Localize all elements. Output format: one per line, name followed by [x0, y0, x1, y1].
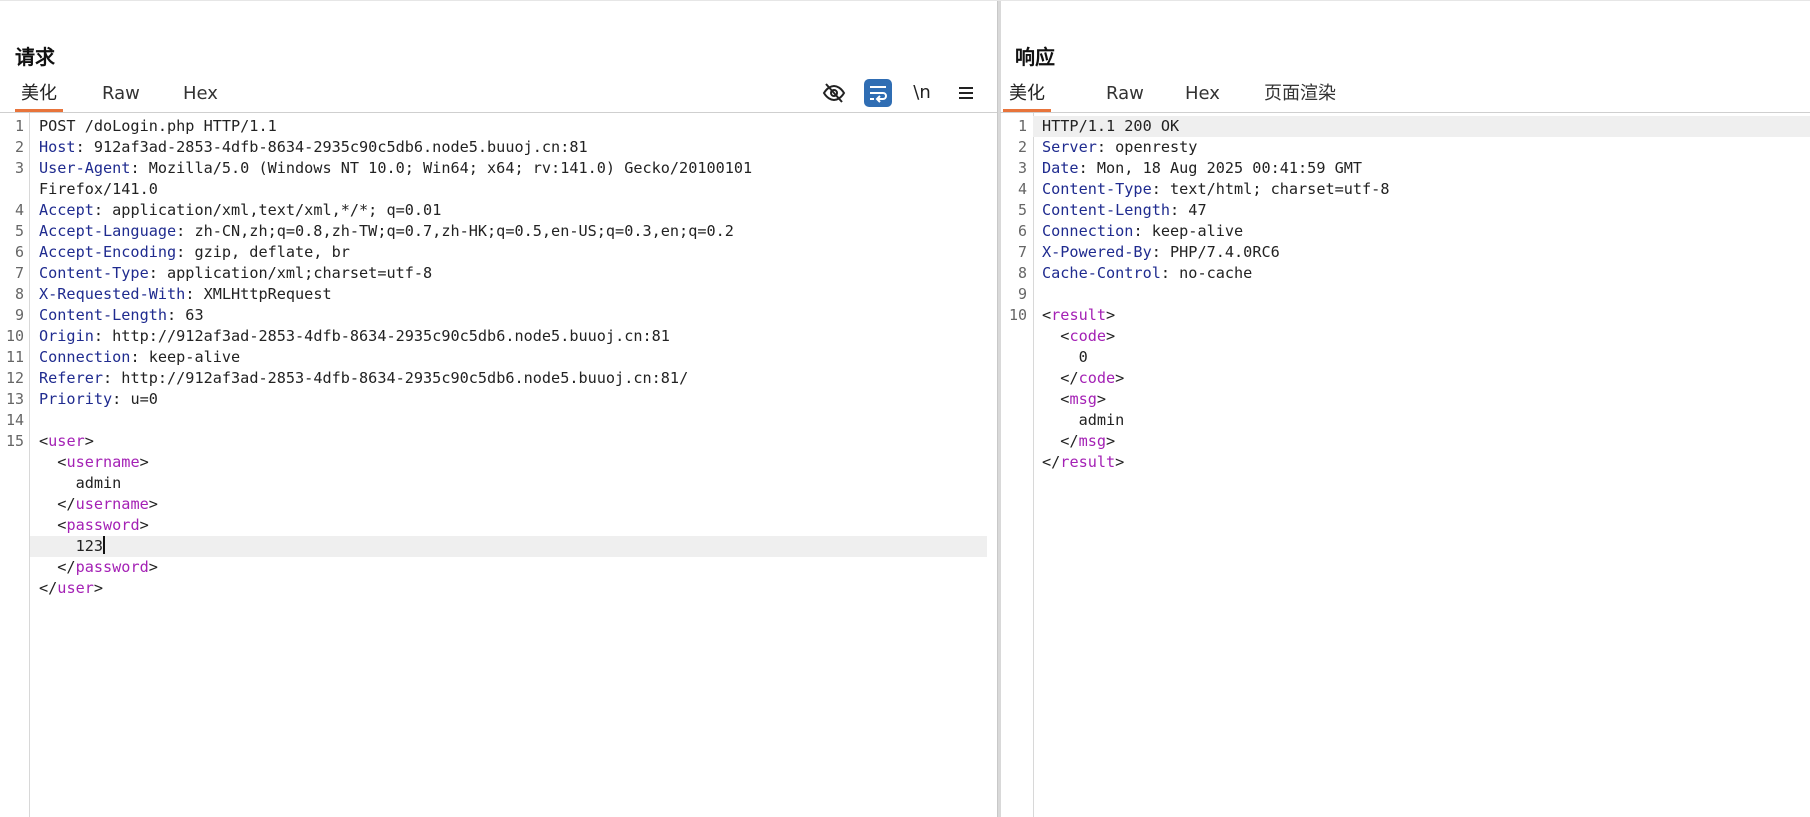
response-editor[interactable]: 1 HTTP/1.1 200 OK 2 Server: openresty 3 Dat…: [1008, 116, 1810, 473]
blank-line: 14: [5, 411, 24, 429]
header-line: 6 Accept-Encoding: gzip, deflate, br: [14, 243, 350, 261]
xml-line: <password>: [39, 516, 149, 534]
request-tabbar: 美化 Raw Hex \n: [0, 77, 997, 113]
header-line: 7 X-Powered-By: PHP/7.4.0RC6: [1017, 243, 1280, 261]
response-tab-render[interactable]: 页面渲染: [1258, 77, 1342, 112]
xml-line: 0: [1078, 348, 1088, 366]
header-line-continuation: Firefox/141.0: [39, 180, 158, 198]
header-line: 7 Content-Type: application/xml;charset=u…: [14, 264, 433, 282]
newline-toggle-button[interactable]: \n: [908, 79, 936, 107]
xml-line: </code>: [1042, 369, 1125, 387]
response-tab-pretty[interactable]: 美化: [1003, 77, 1051, 112]
xml-line: </password>: [39, 558, 158, 576]
header-line: 8 X-Requested-With: XMLHttpRequest: [14, 285, 332, 303]
header-line: 8 Cache-Control: no-cache: [1017, 264, 1253, 282]
header-line: 5 Content-Length: 47: [1017, 201, 1207, 219]
xml-line: admin: [75, 474, 122, 492]
request-tab-hex[interactable]: Hex: [177, 77, 224, 112]
header-line: 3 Date: Mon, 18 Aug 2025 00:41:59 GMT: [1017, 159, 1363, 177]
xml-line: </user>: [39, 579, 104, 597]
xml-line: 10 <result>: [1008, 306, 1116, 324]
header-line: 2 Host: 912af3ad-2853-4dfb-8634-2935c90c5…: [14, 138, 588, 156]
header-line: 9 Content-Length: 63: [14, 306, 204, 324]
header-line: 6 Connection: keep-alive: [1017, 222, 1244, 240]
header-line: 12 Referer: http://912af3ad-2853-4dfb-863…: [5, 369, 689, 387]
menu-icon[interactable]: [952, 79, 980, 107]
xml-line: </msg>: [1042, 432, 1116, 450]
request-tab-raw[interactable]: Raw: [96, 77, 146, 112]
xml-line: <msg>: [1042, 390, 1107, 408]
xml-line: admin: [1078, 411, 1125, 429]
header-line: 5 Accept-Language: zh-CN,zh;q=0.8,zh-TW;q…: [14, 222, 734, 240]
header-line: 10 Origin: http://912af3ad-2853-4dfb-8634…: [5, 327, 670, 345]
hide-icon[interactable]: [820, 79, 848, 107]
response-tab-hex[interactable]: Hex: [1179, 77, 1226, 112]
request-title: 请求: [15, 45, 55, 69]
request-pane: 请求 美化 Raw Hex \n 1 POST /doLogin.php HTT…: [0, 1, 997, 817]
response-tabbar: 美化 Raw Hex 页面渲染: [1000, 77, 1810, 113]
header-line: 4 Content-Type: text/html; charset=utf-8: [1017, 180, 1390, 198]
response-tab-raw[interactable]: Raw: [1100, 77, 1150, 112]
header-line: 11 Connection: keep-alive: [5, 348, 241, 366]
header-line: 2 Server: openresty: [1017, 138, 1198, 156]
header-line: 3 User-Agent: Mozilla/5.0 (Windows NT 10.…: [14, 159, 753, 177]
text-caret: [103, 536, 106, 554]
header-line: 13 Priority: u=0: [5, 390, 158, 408]
blank-line: 9: [1017, 285, 1027, 303]
response-title: 响应: [1015, 45, 1055, 69]
wrap-lines-icon[interactable]: [864, 79, 892, 107]
request-line: 1 POST /doLogin.php HTTP/1.1: [14, 117, 277, 135]
xml-line-active[interactable]: 123: [30, 536, 987, 557]
request-editor[interactable]: 1 POST /doLogin.php HTTP/1.1 2 Host: 912af…: [5, 116, 987, 599]
header-line: 4 Accept: application/xml,text/xml,*/*; q…: [14, 201, 442, 219]
xml-line: </username>: [39, 495, 158, 513]
xml-line: <code>: [1042, 327, 1116, 345]
response-pane: 响应 美化 Raw Hex 页面渲染 1 HTTP/1.1 200 OK 2 Ser…: [1000, 1, 1810, 817]
request-tab-pretty[interactable]: 美化: [15, 77, 63, 112]
xml-line: </result>: [1042, 453, 1125, 471]
xml-line: 15 <user>: [5, 432, 94, 450]
status-line: 1 HTTP/1.1 200 OK: [1018, 116, 1810, 137]
xml-line: <username>: [39, 453, 149, 471]
